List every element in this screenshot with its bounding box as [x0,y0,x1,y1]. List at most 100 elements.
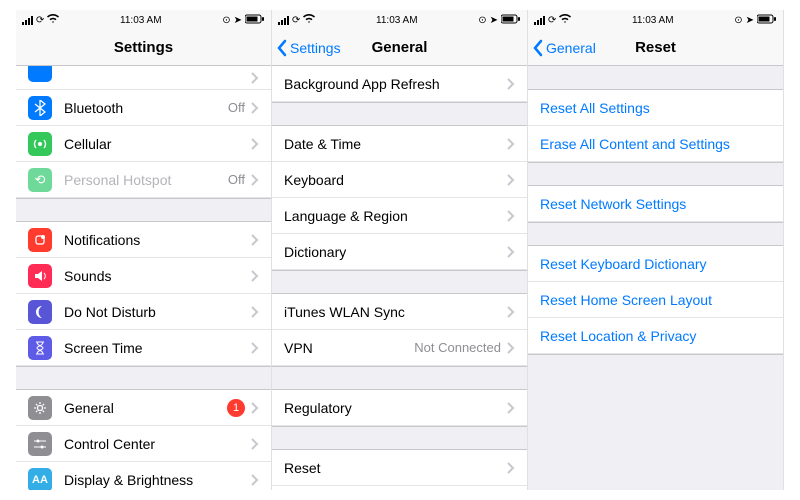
row-detail: Off [228,100,245,115]
row-shut-down[interactable]: Shut Down [272,486,527,490]
row-label: Reset Network Settings [540,196,771,212]
chevron-right-icon [507,342,515,354]
screenshot-reset: ⟳ 11:03 AM ⊙ ➤ General Reset Reset All S… [528,10,784,490]
row-reset[interactable]: Reset [272,450,527,486]
nav-title: Reset [635,39,676,56]
status-time: 11:03 AM [120,15,162,26]
chevron-right-icon [251,342,259,354]
row-label: Background App Refresh [284,76,507,92]
row-label: Date & Time [284,136,507,152]
chevron-left-icon [276,39,288,57]
row-general[interactable]: General1 [16,390,271,426]
bluetooth-icon [28,96,52,120]
row-regulatory[interactable]: Regulatory [272,390,527,426]
wifi-icon [47,14,59,27]
row-screen-time[interactable]: Screen Time [16,330,271,366]
row-dictionary[interactable]: Dictionary [272,234,527,270]
chevron-right-icon [251,306,259,318]
row-label: Reset Keyboard Dictionary [540,256,771,272]
status-time: 11:03 AM [376,15,418,26]
row-personal-hotspot[interactable]: ⟲Personal HotspotOff [16,162,271,198]
row-background-app-refresh[interactable]: Background App Refresh [272,66,527,102]
carrier-icon: ⟳ [292,15,300,26]
row-control-center[interactable]: Control Center [16,426,271,462]
row-vpn[interactable]: VPNNot Connected [272,330,527,366]
location-icon: ➤ [234,15,242,26]
signal-icon [534,16,545,25]
status-bar: ⟳ 11:03 AM ⊙ ➤ [16,10,271,30]
chevron-right-icon [507,306,515,318]
chevron-right-icon [251,234,259,246]
nav-title: Settings [114,39,173,56]
row-label: Personal Hotspot [64,172,228,188]
row-label: General [64,400,227,416]
back-button[interactable]: General [532,30,596,65]
row-reset-keyboard-dictionary[interactable]: Reset Keyboard Dictionary [528,246,783,282]
row-label: Reset [284,460,507,476]
row-bluetooth[interactable]: BluetoothOff [16,90,271,126]
wifi-icon [303,14,315,27]
row-erase-all-content-and-settings[interactable]: Erase All Content and Settings [528,126,783,162]
status-time: 11:03 AM [632,15,674,26]
row-cellular[interactable]: Cellular [16,126,271,162]
chevron-right-icon [251,102,259,114]
row-label: Reset Location & Privacy [540,328,771,344]
back-label: Settings [290,40,341,56]
row-reset-home-screen-layout[interactable]: Reset Home Screen Layout [528,282,783,318]
chevron-right-icon [507,78,515,90]
chevron-left-icon [532,39,544,57]
status-bar: ⟳ 11:03 AM ⊙ ➤ [528,10,783,30]
row-label: Cellular [64,136,251,152]
row-label: Erase All Content and Settings [540,136,771,152]
settings-row-cutoff[interactable] [16,66,271,90]
back-label: General [546,40,596,56]
aa-icon: AA [28,468,52,491]
nav-bar: Settings General [272,30,527,66]
row-display-brightness[interactable]: AA Display & Brightness [16,462,271,490]
chevron-right-icon [507,174,515,186]
row-label: Reset All Settings [540,100,771,116]
back-button[interactable]: Settings [276,30,341,65]
bell-icon [28,228,52,252]
row-reset-all-settings[interactable]: Reset All Settings [528,90,783,126]
general-list: Background App Refresh Date & Time Keyboa… [272,66,527,490]
screenshot-settings: ⟳ 11:03 AM ⊙ ➤ Settings BluetoothOff Cell… [16,10,272,490]
row-reset-location-privacy[interactable]: Reset Location & Privacy [528,318,783,354]
chevron-right-icon [251,72,259,84]
chevron-right-icon [507,402,515,414]
row-label: Display & Brightness [64,472,251,488]
signal-icon [22,16,33,25]
sliders-icon [28,432,52,456]
row-date-time[interactable]: Date & Time [272,126,527,162]
nav-bar: General Reset [528,30,783,66]
app-icon [28,66,52,82]
row-label: VPN [284,340,414,356]
row-sounds[interactable]: Sounds [16,258,271,294]
row-language-region[interactable]: Language & Region [272,198,527,234]
row-label: Sounds [64,268,251,284]
row-do-not-disturb[interactable]: Do Not Disturb [16,294,271,330]
row-itunes-wlan-sync[interactable]: iTunes WLAN Sync [272,294,527,330]
moon-icon [28,300,52,324]
row-keyboard[interactable]: Keyboard [272,162,527,198]
chevron-right-icon [507,462,515,474]
chevron-right-icon [507,210,515,222]
reset-list: Reset All Settings Erase All Content and … [528,66,783,490]
row-label: Notifications [64,232,251,248]
alarm-icon: ⊙ [734,15,742,26]
chevron-right-icon [251,174,259,186]
notification-badge: 1 [227,399,245,417]
wifi-icon [559,14,571,27]
speaker-icon [28,264,52,288]
row-detail: Off [228,172,245,187]
row-notifications[interactable]: Notifications [16,222,271,258]
gear-icon [28,396,52,420]
chevron-right-icon [251,270,259,282]
row-label: Screen Time [64,340,251,356]
nav-bar: Settings [16,30,271,66]
chevron-right-icon [251,402,259,414]
row-reset-network-settings[interactable]: Reset Network Settings [528,186,783,222]
screenshot-general: ⟳ 11:03 AM ⊙ ➤ Settings General Backgrou… [272,10,528,490]
carrier-icon: ⟳ [548,15,556,26]
chevron-right-icon [251,438,259,450]
